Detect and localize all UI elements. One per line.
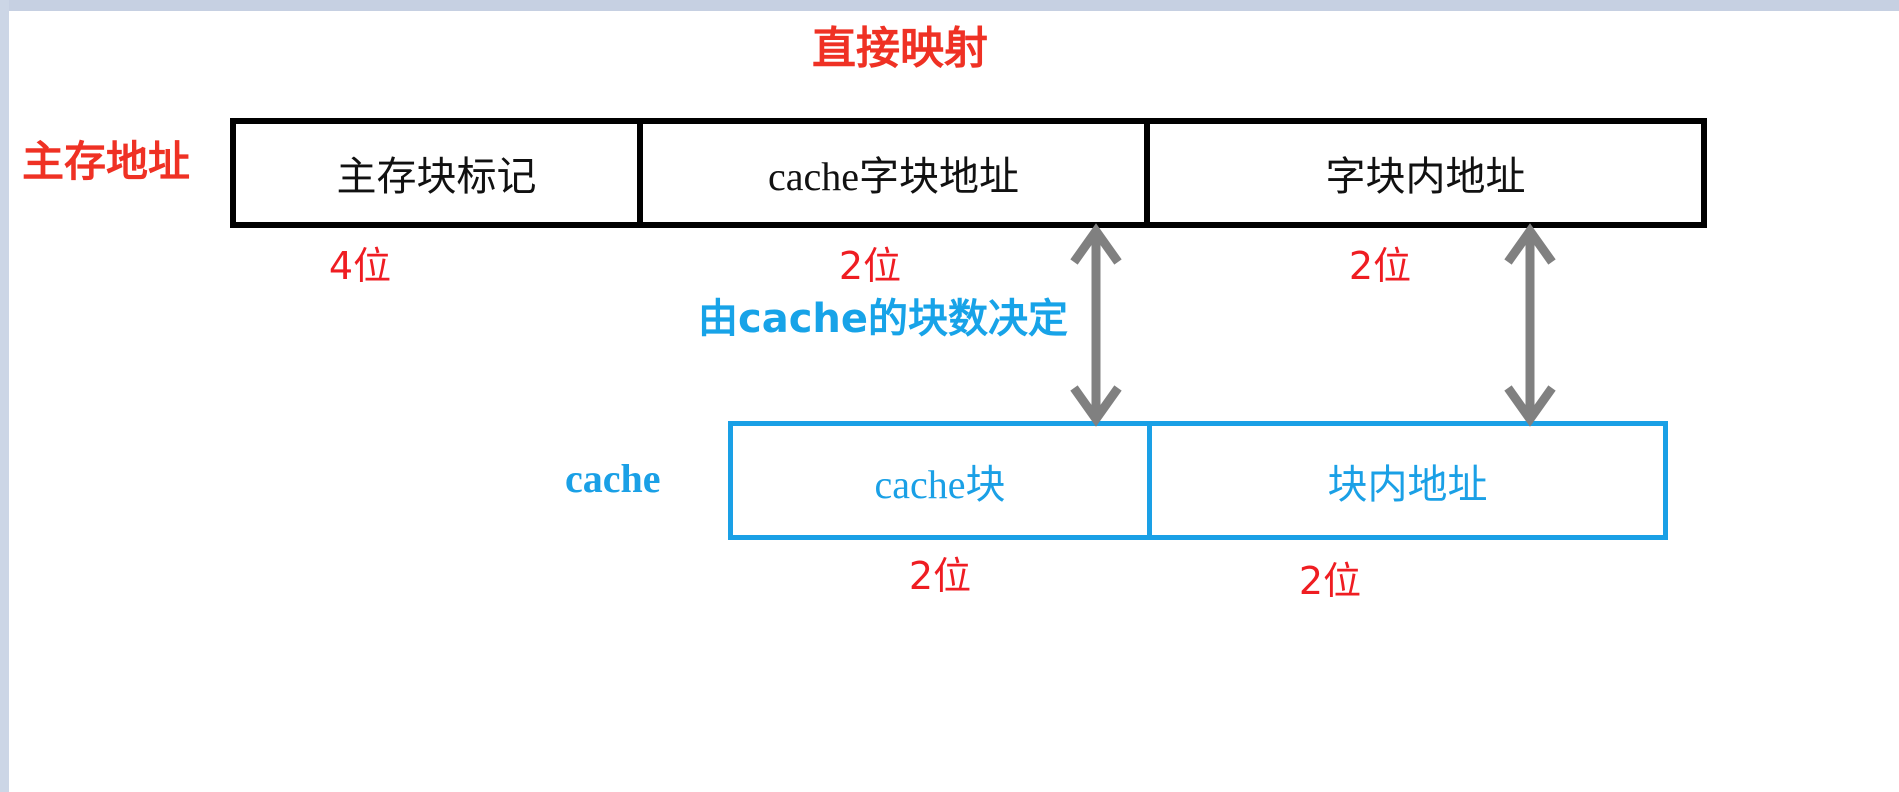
cache-box: cache块 块内地址 [728, 421, 1668, 540]
bits-label-cache-block-address: 2位 [838, 244, 902, 288]
diagram-canvas: 直接映射 主存地址 主存块标记 cache字块地址 字块内地址 4位 2位 2位… [0, 0, 1899, 792]
main-address-label: 主存地址 [22, 137, 191, 186]
left-arrow-head-down [1070, 385, 1122, 427]
right-arrow-head-down [1504, 385, 1556, 427]
main-address-field-offset: 字块内地址 [1325, 154, 1526, 199]
page-edge-left [0, 0, 9, 792]
page-edge-top [0, 0, 1899, 11]
cache-row-label: cache [565, 456, 661, 501]
cache-field-block: cache块 [733, 426, 1152, 535]
annotation-cache-block-count: 由cache的块数决定 [698, 296, 1069, 342]
bits-label-tag: 4位 [328, 244, 392, 288]
main-address-box: 主存块标记 cache字块地址 字块内地址 [230, 118, 1707, 228]
main-address-field-tag: 主存块标记 [236, 124, 643, 222]
left-arrow-head-up [1070, 223, 1122, 265]
cache-field-offset: 块内地址 [1327, 461, 1488, 507]
main-address-field-cache-block-address: cache字块地址 [643, 124, 1150, 222]
bits-label-cache-block: 2位 [908, 554, 972, 598]
diagram-title: 直接映射 [812, 23, 988, 74]
bits-label-offset: 2位 [1348, 244, 1412, 288]
right-arrow-head-up [1504, 223, 1556, 265]
bits-label-cache-offset: 2位 [1298, 559, 1362, 603]
